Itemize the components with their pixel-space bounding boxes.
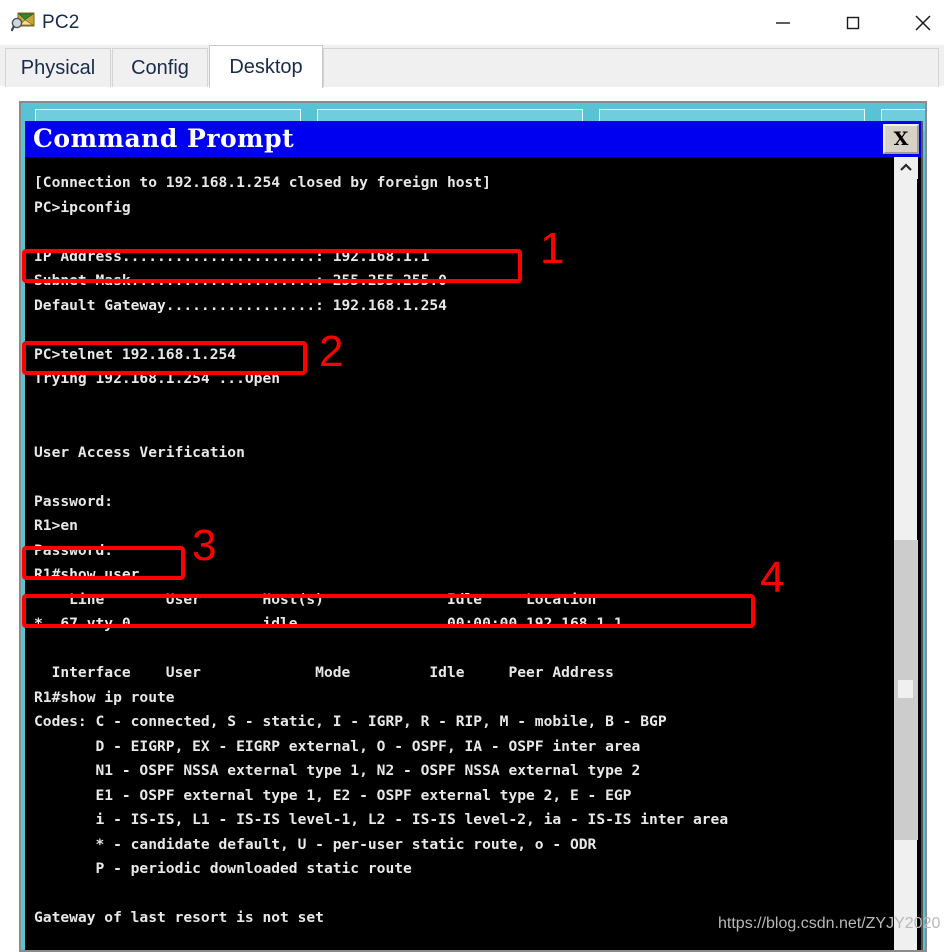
terminal-line: i - IS-IS, L1 - IS-IS level-1, L2 - IS-I… — [34, 811, 729, 828]
terminal-line: E1 - OSPF external type 1, E2 - OSPF ext… — [34, 786, 632, 804]
terminal-line: * 67 vty 0 idle 00:00:00 192.168.1.1 — [34, 615, 623, 632]
tab-strip-filler — [323, 48, 939, 87]
maximize-button[interactable] — [830, 0, 876, 45]
desktop-panel: Command Prompt X [Connection to 192.168.… — [19, 101, 927, 952]
terminal-line: R1#show user — [34, 566, 140, 583]
scroll-up-button[interactable] — [894, 157, 918, 179]
terminal-line: PC>telnet 192.168.1.254 — [34, 345, 237, 363]
tab-config-label: Config — [131, 56, 189, 79]
terminal-line: R1>en — [34, 517, 78, 534]
terminal-output[interactable]: [Connection to 192.168.1.254 closed by f… — [25, 157, 895, 951]
pc-magnifier-icon — [10, 12, 35, 34]
tab-config[interactable]: Config — [112, 48, 208, 87]
terminal-line: Codes: C - connected, S - static, I - IG… — [34, 713, 667, 730]
terminal-line: PC>ipconfig — [34, 198, 131, 216]
tab-bar: Physical Config Desktop — [0, 45, 944, 88]
command-prompt-title: Command Prompt — [33, 124, 295, 153]
tab-physical-label: Physical — [20, 56, 96, 79]
command-prompt-window: Command Prompt X [Connection to 192.168.… — [25, 121, 923, 951]
terminal-line: Password: — [34, 492, 114, 510]
scrollbar-thumb[interactable] — [894, 540, 918, 840]
window-title-bar: PC2 — [0, 0, 944, 45]
terminal-line: Default Gateway.................: 192.16… — [34, 296, 447, 314]
tab-desktop-label: Desktop — [229, 55, 303, 78]
terminal-line: [Connection to 192.168.1.254 closed by f… — [34, 174, 491, 191]
terminal-line: * - candidate default, U - per-user stat… — [34, 835, 597, 853]
terminal-line: Trying 192.168.1.254 ...Open — [34, 370, 281, 387]
command-prompt-close-label: X — [893, 128, 909, 150]
terminal-line: N1 - OSPF NSSA external type 1, N2 - OSP… — [34, 762, 641, 779]
terminal-line: Password: — [34, 541, 114, 559]
minimize-button[interactable] — [760, 0, 806, 45]
scrollbar-thumb-grip — [898, 680, 913, 698]
close-button[interactable] — [900, 0, 944, 45]
terminal-line: Subnet Mask.....................: 255.25… — [34, 272, 447, 289]
terminal-line: R1#show ip route — [34, 688, 175, 706]
terminal-line: User Access Verification — [34, 443, 245, 461]
terminal-scrollbar[interactable] — [893, 157, 918, 950]
tab-physical[interactable]: Physical — [5, 48, 111, 87]
terminal-line: Line User Host(s) Idle Location — [34, 590, 597, 608]
tab-desktop[interactable]: Desktop — [209, 45, 323, 88]
terminal-line: IP Address......................: 192.16… — [34, 247, 430, 265]
terminal-line: Interface User Mode Idle Peer Address — [34, 664, 614, 681]
terminal-line: D - EIGRP, EX - EIGRP external, O - OSPF… — [34, 737, 641, 755]
page-title: PC2 — [42, 11, 80, 33]
command-prompt-close-button[interactable]: X — [883, 124, 919, 154]
watermark: https://blog.csdn.net/ZYJY2020 — [718, 915, 941, 932]
command-prompt-titlebar[interactable]: Command Prompt X — [25, 121, 921, 157]
pc2-window: PC2 Physical Config Desktop Command Prom… — [0, 0, 944, 952]
terminal-line: P - periodic downloaded static route — [34, 860, 412, 877]
